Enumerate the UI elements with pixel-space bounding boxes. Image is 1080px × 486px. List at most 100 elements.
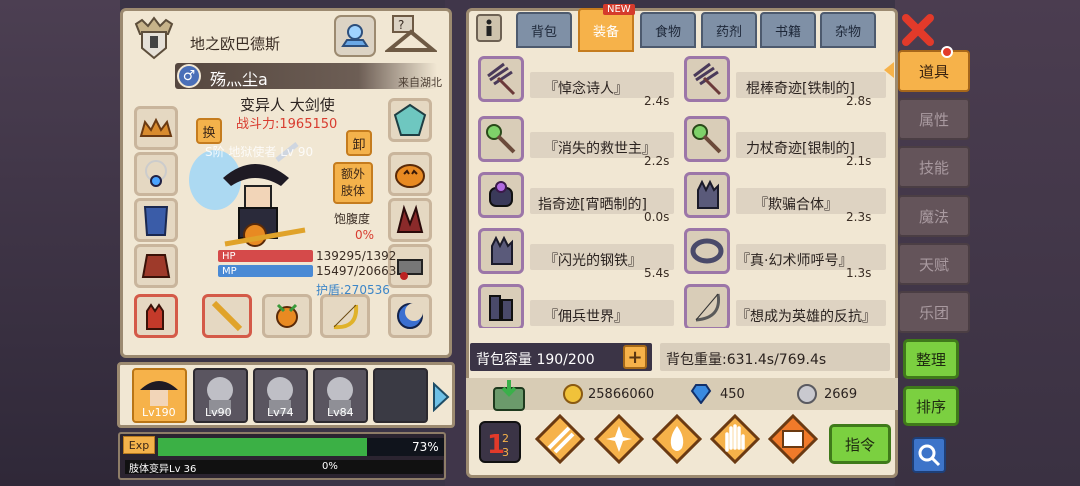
side-tab-band[interactable]: 乐团 <box>898 291 970 333</box>
party-member-1[interactable]: Lv190 <box>132 368 187 423</box>
tab-backpack[interactable]: 背包 <box>516 12 572 48</box>
staff-icon <box>478 116 524 162</box>
organize-button[interactable]: 整理 <box>903 339 959 379</box>
list-item[interactable]: 『闪光的钢铁』 5.4s <box>478 228 678 280</box>
party-next-arrow-icon[interactable] <box>430 381 450 413</box>
sort-button[interactable]: 排序 <box>903 386 959 426</box>
svg-text:3: 3 <box>502 446 509 459</box>
origin-label: 来自湖北 <box>398 76 442 89</box>
command-button[interactable]: 指令 <box>829 424 891 464</box>
list-item[interactable]: 『欺骗合体』 2.3s <box>684 172 886 224</box>
item-weight: 0.0s <box>644 210 670 224</box>
party-member-5-empty[interactable] <box>373 368 428 423</box>
close-icon[interactable] <box>900 12 940 52</box>
ranking-button[interactable]: 123 <box>478 420 522 464</box>
hunger-label: 饱腹度 <box>334 212 371 226</box>
armor-icon <box>143 206 169 236</box>
item-weight: 5.4s <box>644 266 670 280</box>
equip-slot-gloves[interactable] <box>134 294 178 338</box>
party-member-2[interactable]: Lv90 <box>193 368 248 423</box>
gloves-icon <box>146 303 164 330</box>
tab-books[interactable]: 书籍 <box>760 12 816 48</box>
party-member-3[interactable]: Lv74 <box>253 368 308 423</box>
chest-icon <box>767 413 819 465</box>
gauntlet-icon <box>684 172 730 218</box>
item-list: 『悼念诗人』 2.4s 棍棒奇迹[铁制的] 2.8s 『消失的救世主』 2.2s… <box>476 56 888 328</box>
item-weight: 1.3s <box>846 266 872 280</box>
info-icon[interactable] <box>476 14 502 42</box>
list-item[interactable]: 指奇迹[宵晒制的] 0.0s <box>478 172 678 224</box>
list-item[interactable]: 『想成为英雄的反抗』 <box>684 284 886 328</box>
search-icon[interactable] <box>912 437 946 473</box>
equip-slot-cloak[interactable] <box>134 244 178 288</box>
guild-name: 地之欧巴德斯 <box>190 35 281 53</box>
new-badge: NEW <box>603 4 635 15</box>
list-item[interactable]: 『悼念诗人』 2.4s <box>478 56 678 108</box>
party-member-level: Lv74 <box>267 406 294 419</box>
party-member-level: Lv190 <box>142 406 176 419</box>
side-tab-magic[interactable]: 魔法 <box>898 195 970 237</box>
equip-slot-accessory[interactable] <box>388 294 432 338</box>
party-member-4[interactable]: Lv84 <box>313 368 368 423</box>
expand-bag-button[interactable]: + <box>623 345 647 369</box>
unequip-button[interactable]: 卸 <box>346 130 372 156</box>
teleport-icon[interactable] <box>333 14 377 58</box>
skill-fire-button[interactable] <box>651 413 703 465</box>
skill-shuriken-button[interactable] <box>593 413 645 465</box>
item-name: 『悼念诗人』 <box>544 81 628 97</box>
equip-slot-belt[interactable] <box>388 198 432 242</box>
item-weight: 2.8s <box>846 94 872 108</box>
extra-limb-button[interactable]: 额外 肢体 <box>333 162 373 204</box>
list-item[interactable]: 『真·幻术师呼号』 1.3s <box>684 228 886 280</box>
guild-crest-icon[interactable] <box>130 14 178 62</box>
tab-potion[interactable]: 药剂 <box>701 12 757 48</box>
limb-mutation-percent: 0% <box>322 461 338 472</box>
bow-icon <box>684 284 730 328</box>
character-name: 殇灬尘a <box>210 70 268 89</box>
equip-slot-pet[interactable] <box>388 152 432 196</box>
list-item[interactable]: 力杖奇迹[银制的] 2.1s <box>684 116 886 168</box>
skill-slash-button[interactable] <box>534 413 586 465</box>
item-name: 力杖奇迹[银制的] <box>746 141 855 157</box>
skill-chest-button[interactable] <box>767 413 819 465</box>
hp-label: HP <box>222 251 236 262</box>
tab-misc[interactable]: 杂物 <box>820 12 876 48</box>
party-member-level: Lv90 <box>205 406 232 419</box>
flute-icon <box>211 300 243 332</box>
hunger-value: 0% <box>355 228 375 242</box>
side-tab-talent[interactable]: 天赋 <box>898 243 970 285</box>
hp-value: 139295/1392 <box>316 249 397 263</box>
item-weight: 2.2s <box>644 154 670 168</box>
item-name: 『想成为英雄的反抗』 <box>736 309 876 325</box>
gold-amount: 25866060 <box>588 387 655 402</box>
side-tab-items[interactable]: 道具 <box>898 50 970 92</box>
golden-bow-icon <box>333 304 359 330</box>
shield-value: 护盾:270536 <box>316 283 390 297</box>
item-name: 指奇迹[宵晒制的] <box>538 197 647 213</box>
list-item[interactable]: 棍棒奇迹[铁制的] 2.8s <box>684 56 886 108</box>
extra-limb-label-1: 额外 <box>340 167 365 181</box>
item-weight: 2.4s <box>644 94 670 108</box>
list-item[interactable]: 『消失的救世主』 2.2s <box>478 116 678 168</box>
side-tab-skills[interactable]: 技能 <box>898 146 970 188</box>
gold-coin-icon <box>563 384 583 404</box>
equip-slot-necklace[interactable] <box>134 152 178 196</box>
staff-icon <box>684 116 730 162</box>
skill-hand-button[interactable] <box>709 413 761 465</box>
list-item[interactable]: 『佣兵世界』 <box>478 284 678 328</box>
exp-fill <box>158 438 367 456</box>
side-tab-attributes[interactable]: 属性 <box>898 98 970 140</box>
gender-male-icon: ♂ <box>177 64 201 88</box>
diamond-icon <box>690 384 712 405</box>
equip-slot-helmet[interactable] <box>134 106 178 150</box>
active-tab-pointer-icon <box>884 62 894 78</box>
equip-slot-weapon[interactable] <box>202 294 252 338</box>
tab-food[interactable]: 食物 <box>640 12 696 48</box>
equip-slot-gem[interactable] <box>388 98 432 142</box>
equip-slot-armor[interactable] <box>134 198 178 242</box>
equip-slot-bow[interactable] <box>320 294 370 338</box>
slash-icon <box>534 413 586 465</box>
hanger-icon[interactable]: ? <box>383 14 439 58</box>
equip-slot-offhand[interactable] <box>262 294 312 338</box>
mailbox-icon[interactable] <box>492 378 526 412</box>
